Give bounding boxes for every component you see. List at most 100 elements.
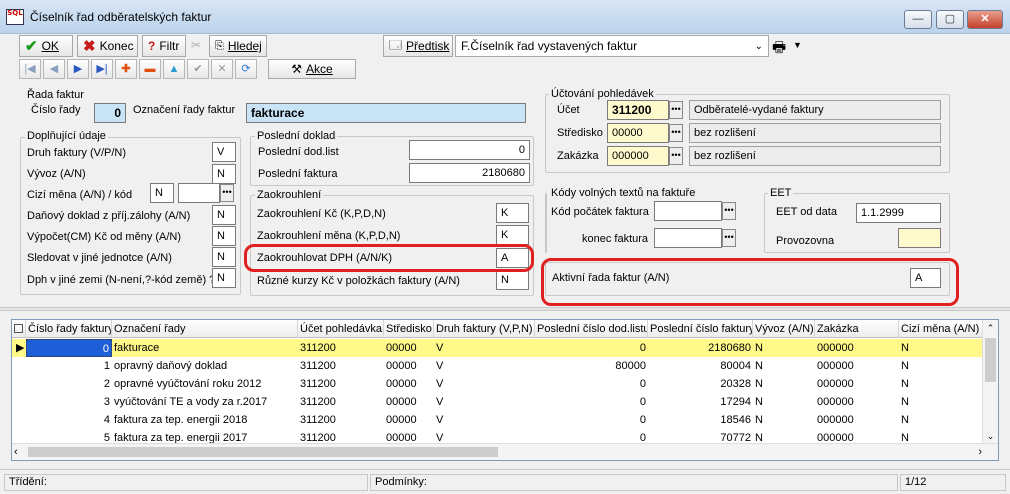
grid-col-header[interactable]: Druh faktury (V,P,N) bbox=[434, 320, 535, 338]
table-cell[interactable]: 1 bbox=[26, 357, 112, 375]
druh-field[interactable]: V bbox=[212, 142, 236, 162]
danovy-field[interactable]: N bbox=[212, 205, 236, 225]
grid-col-header[interactable]: Středisko bbox=[384, 320, 434, 338]
grid-col-header[interactable]: Poslední číslo faktury bbox=[648, 320, 753, 338]
table-cell[interactable]: opravný daňový doklad bbox=[112, 357, 298, 375]
grid-col-header[interactable]: Cizí měna (A/N) bbox=[899, 320, 984, 338]
cizi-mena-field[interactable]: N bbox=[150, 183, 174, 203]
scroll-right-icon[interactable]: › bbox=[968, 444, 982, 460]
ellipsis-icon[interactable]: ••• bbox=[669, 101, 683, 119]
table-cell[interactable]: 311200 bbox=[298, 375, 384, 393]
splitter[interactable] bbox=[0, 307, 1010, 311]
table-cell[interactable]: 00000 bbox=[384, 393, 434, 411]
sledovat-field[interactable]: N bbox=[212, 247, 236, 267]
records-grid[interactable]: Číslo řady faktury Označení řady Účet po… bbox=[11, 319, 999, 461]
dph-zeme-field[interactable]: N bbox=[212, 268, 236, 288]
first-record-button[interactable]: |◀ bbox=[19, 59, 41, 79]
hscroll-thumb[interactable] bbox=[28, 447, 498, 457]
minimize-button[interactable]: — bbox=[904, 10, 932, 29]
eet-od-field[interactable]: 1.1.2999 bbox=[856, 203, 941, 223]
table-cell[interactable]: 311200 bbox=[298, 393, 384, 411]
printer-icon[interactable]: 🖶 bbox=[772, 37, 786, 62]
table-cell[interactable]: opravné vyúčtování roku 2012 bbox=[112, 375, 298, 393]
table-cell[interactable]: 17294 bbox=[648, 393, 753, 411]
cancel-record-button[interactable]: ✕ bbox=[211, 59, 233, 79]
table-cell[interactable]: V bbox=[434, 411, 535, 429]
table-cell[interactable]: V bbox=[434, 393, 535, 411]
table-cell[interactable]: 00000 bbox=[384, 375, 434, 393]
table-cell[interactable]: 00000 bbox=[384, 357, 434, 375]
prev-record-button[interactable]: ◀ bbox=[43, 59, 65, 79]
table-cell[interactable]: 2 bbox=[26, 375, 112, 393]
table-cell[interactable]: 4 bbox=[26, 411, 112, 429]
oznaceni-field[interactable]: fakturace bbox=[246, 103, 526, 123]
scroll-left-icon[interactable]: ‹ bbox=[14, 444, 28, 460]
table-cell[interactable]: 80000 bbox=[535, 357, 648, 375]
stredisko-field[interactable]: 00000 bbox=[607, 123, 669, 143]
table-cell[interactable]: 311200 bbox=[298, 339, 384, 357]
akce-button[interactable]: ⚒ Akce bbox=[268, 59, 356, 79]
table-cell[interactable]: N bbox=[899, 411, 984, 429]
report-select[interactable]: F.Číselník řad vystavených faktur ⌄ bbox=[455, 35, 769, 57]
table-cell[interactable]: 0 bbox=[535, 339, 648, 357]
ucet-field[interactable]: 311200 bbox=[607, 100, 669, 120]
zakazka-field[interactable]: 000000 bbox=[607, 146, 669, 166]
vyvoz-field[interactable]: N bbox=[212, 164, 236, 184]
table-cell[interactable]: N bbox=[753, 411, 815, 429]
table-cell[interactable]: N bbox=[899, 393, 984, 411]
table-cell[interactable]: 0 bbox=[535, 375, 648, 393]
table-cell[interactable]: N bbox=[899, 339, 984, 357]
table-cell[interactable]: 0 bbox=[535, 411, 648, 429]
title-bar[interactable]: SQL Číselník řad odběratelských faktur —… bbox=[0, 0, 1010, 34]
table-cell[interactable]: N bbox=[753, 339, 815, 357]
table-cell[interactable]: 000000 bbox=[815, 411, 899, 429]
table-cell[interactable]: 311200 bbox=[298, 411, 384, 429]
table-cell[interactable]: fakturace bbox=[112, 339, 298, 357]
zaokr-mena-field[interactable]: K bbox=[496, 225, 529, 245]
table-cell[interactable]: 20328 bbox=[648, 375, 753, 393]
table-cell[interactable]: 00000 bbox=[384, 411, 434, 429]
cislo-rady-field[interactable]: 0 bbox=[94, 103, 126, 123]
posledni-dodlist-field[interactable]: 0 bbox=[409, 140, 530, 160]
next-record-button[interactable]: ▶ bbox=[67, 59, 89, 79]
grid-col-header[interactable]: Vývoz (A/N) bbox=[753, 320, 815, 338]
post-record-button[interactable]: ✔ bbox=[187, 59, 209, 79]
last-record-button[interactable]: ▶| bbox=[91, 59, 113, 79]
grid-select-all[interactable] bbox=[12, 320, 26, 338]
refresh-button[interactable]: ⟳ bbox=[235, 59, 257, 79]
edit-record-button[interactable]: ▲ bbox=[163, 59, 185, 79]
printer-dropdown-icon[interactable]: ▼ bbox=[793, 40, 802, 50]
table-cell[interactable]: 000000 bbox=[815, 339, 899, 357]
table-cell[interactable]: faktura za tep. energii 2018 bbox=[112, 411, 298, 429]
kod-pocatek-field[interactable] bbox=[654, 201, 722, 221]
maximize-button[interactable]: ▢ bbox=[936, 10, 964, 29]
ellipsis-icon[interactable]: ••• bbox=[722, 229, 736, 247]
ellipsis-icon[interactable]: ••• bbox=[669, 124, 683, 142]
grid-col-header[interactable]: Zakázka bbox=[815, 320, 899, 338]
vertical-scrollbar[interactable]: ⌃ ⌄ bbox=[982, 320, 998, 444]
ruzne-kurzy-field[interactable]: N bbox=[496, 270, 529, 290]
add-record-button[interactable]: ✚ bbox=[115, 59, 137, 79]
table-cell[interactable]: 000000 bbox=[815, 357, 899, 375]
predtisk-button[interactable]: 🗔 Předtisk bbox=[383, 35, 453, 57]
table-cell[interactable]: N bbox=[753, 393, 815, 411]
horizontal-scrollbar[interactable]: ‹ › bbox=[12, 443, 998, 460]
table-cell[interactable]: V bbox=[434, 375, 535, 393]
grid-col-header[interactable]: Účet pohledávka bbox=[298, 320, 384, 338]
vypocet-field[interactable]: N bbox=[212, 226, 236, 246]
table-row[interactable]: ▶ 0 fakturace 311200 00000 V 0 2180680 N… bbox=[12, 339, 984, 357]
hledej-button[interactable]: ⎘ Hledej bbox=[209, 35, 267, 57]
scroll-thumb[interactable] bbox=[985, 338, 996, 382]
provozovna-field[interactable] bbox=[898, 228, 941, 248]
table-row[interactable]: 3 vyúčtování TE a vody za r.2017 311200 … bbox=[12, 393, 984, 411]
table-cell[interactable]: N bbox=[899, 357, 984, 375]
posledni-faktura-field[interactable]: 2180680 bbox=[409, 163, 530, 183]
table-cell[interactable]: V bbox=[434, 357, 535, 375]
table-cell[interactable]: N bbox=[753, 357, 815, 375]
konec-button[interactable]: ✖ Konec bbox=[77, 35, 138, 57]
close-button[interactable]: ✕ bbox=[967, 10, 1003, 29]
table-cell[interactable]: vyúčtování TE a vody za r.2017 bbox=[112, 393, 298, 411]
kod-konec-field[interactable] bbox=[654, 228, 722, 248]
filtr-button[interactable]: ? Filtr bbox=[142, 35, 186, 57]
table-cell[interactable]: 000000 bbox=[815, 393, 899, 411]
